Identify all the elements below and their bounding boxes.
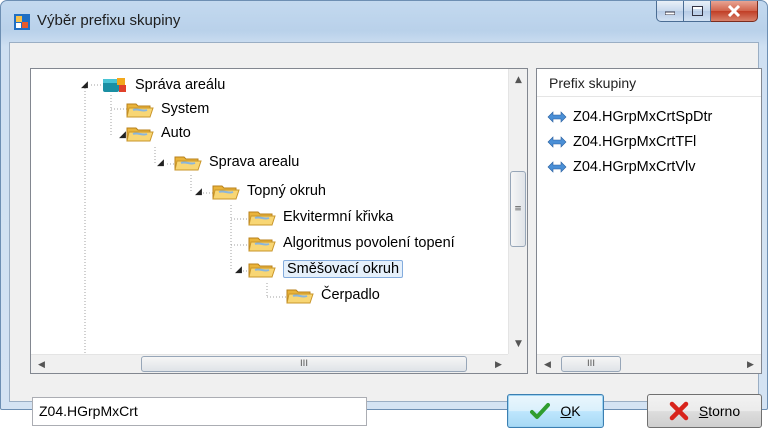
close-button[interactable] bbox=[711, 1, 758, 22]
cancel-button[interactable]: Storno bbox=[647, 394, 762, 428]
collapse-arrow-icon[interactable]: ◢ bbox=[235, 266, 244, 275]
folder-icon bbox=[174, 156, 202, 171]
ok-button-label: OK bbox=[560, 403, 581, 419]
ok-button[interactable]: OK bbox=[507, 394, 604, 428]
prefix-list[interactable]: Prefix skupiny Z04.HGrpMxCrtSpDtr Z04.HG… bbox=[536, 68, 762, 374]
cancel-button-label: Storno bbox=[698, 403, 741, 419]
scroll-left-arrow-icon[interactable]: ◀ bbox=[539, 356, 556, 373]
folder-icon bbox=[286, 289, 314, 304]
window-title: Výběr prefixu skupiny bbox=[37, 12, 181, 29]
grip-icon: III bbox=[587, 359, 595, 369]
minimize-button[interactable] bbox=[656, 1, 684, 22]
checkmark-icon bbox=[530, 403, 551, 419]
prefix-item-label: Z04.HGrpMxCrtSpDtr bbox=[573, 109, 713, 125]
tree-node-topny-okruh[interactable]: Topný okruh bbox=[209, 180, 326, 202]
tree-vertical-scrollbar[interactable]: ▲ ≡ ▼ bbox=[508, 69, 527, 355]
scrollbar-corner bbox=[508, 354, 527, 373]
prefix-list-horizontal-scrollbar[interactable]: ◀ III ▶ bbox=[537, 354, 761, 373]
tree-node-cerpadlo[interactable]: Čerpadlo bbox=[283, 284, 380, 306]
tree-node-label: System bbox=[161, 101, 210, 117]
folder-icon bbox=[126, 103, 154, 118]
scroll-right-arrow-icon[interactable]: ▶ bbox=[742, 356, 759, 373]
tree-horizontal-scrollbar[interactable]: ◀ III ▶ bbox=[31, 354, 509, 373]
tree-content: ◢ Správa areálu System ◢ Auto ◢ Sprava a… bbox=[31, 69, 509, 355]
group-tree-view[interactable]: ◢ Správa areálu System ◢ Auto ◢ Sprava a… bbox=[30, 68, 528, 374]
dialog-window: Výběr prefixu skupiny ◢ Správa areálu Sy… bbox=[0, 0, 768, 428]
tree-node-ekvitermni-krivka[interactable]: Ekvitermní křivka bbox=[245, 206, 393, 228]
folder-icon bbox=[248, 263, 276, 278]
scroll-down-arrow-icon[interactable]: ▼ bbox=[510, 335, 527, 352]
red-x-icon bbox=[669, 401, 689, 421]
bidirectional-arrow-icon bbox=[547, 136, 567, 148]
close-icon bbox=[727, 5, 741, 17]
folder-icon bbox=[248, 211, 276, 226]
building-icon bbox=[103, 78, 126, 92]
bidirectional-arrow-icon bbox=[547, 111, 567, 123]
tree-node-label: Správa areálu bbox=[135, 77, 226, 93]
scroll-up-arrow-icon[interactable]: ▲ bbox=[510, 71, 527, 88]
collapse-arrow-icon[interactable]: ◢ bbox=[157, 159, 166, 168]
prefix-item-label: Z04.HGrpMxCrtVlv bbox=[573, 159, 696, 175]
prefix-list-item[interactable]: Z04.HGrpMxCrtTFl bbox=[547, 132, 696, 152]
grip-icon: ≡ bbox=[514, 204, 522, 214]
scroll-right-arrow-icon[interactable]: ▶ bbox=[490, 356, 507, 373]
tree-node-label: Sprava arealu bbox=[209, 154, 300, 170]
collapse-arrow-icon[interactable]: ◢ bbox=[195, 188, 204, 197]
maximize-button[interactable] bbox=[684, 1, 711, 22]
tree-node-label: Čerpadlo bbox=[321, 287, 380, 303]
folder-icon bbox=[126, 127, 154, 142]
tree-node-auto[interactable]: Auto bbox=[123, 122, 191, 144]
minimize-icon bbox=[665, 11, 675, 15]
dialog-client-area: ◢ Správa areálu System ◢ Auto ◢ Sprava a… bbox=[9, 42, 762, 428]
prefix-item-label: Z04.HGrpMxCrtTFl bbox=[573, 134, 697, 150]
bidirectional-arrow-icon bbox=[547, 161, 567, 173]
title-bar[interactable]: Výběr prefixu skupiny bbox=[1, 1, 767, 41]
tree-vertical-scroll-thumb[interactable]: ≡ bbox=[510, 171, 526, 247]
tree-node-system[interactable]: System bbox=[123, 98, 209, 120]
tree-node-sprava-arealu-root[interactable]: Správa areálu bbox=[97, 74, 225, 96]
prefix-list-header[interactable]: Prefix skupiny bbox=[537, 69, 761, 97]
prefix-list-horizontal-scroll-thumb[interactable]: III bbox=[561, 356, 621, 372]
prefix-list-item[interactable]: Z04.HGrpMxCrtVlv bbox=[547, 157, 695, 177]
tree-node-label: Algoritmus povolení topení bbox=[283, 235, 455, 251]
tree-node-label: Ekvitermní křivka bbox=[283, 209, 394, 225]
maximize-icon bbox=[691, 6, 703, 16]
tree-node-label: Směšovací okruh bbox=[283, 260, 404, 278]
tree-node-sprava-arealu[interactable]: Sprava arealu bbox=[171, 151, 299, 173]
tree-node-smesovaci-okruh[interactable]: Směšovací okruh bbox=[245, 258, 404, 280]
collapse-arrow-icon[interactable]: ◢ bbox=[81, 81, 90, 90]
tree-horizontal-scroll-thumb[interactable]: III bbox=[141, 356, 467, 372]
folder-icon bbox=[212, 185, 240, 200]
tree-node-label: Auto bbox=[161, 125, 191, 141]
folder-icon bbox=[248, 237, 276, 252]
tree-node-algoritmus-povoleni-topeni[interactable]: Algoritmus povolení topení bbox=[245, 232, 455, 254]
prefix-list-item[interactable]: Z04.HGrpMxCrtSpDtr bbox=[547, 107, 712, 127]
grip-icon: III bbox=[300, 359, 308, 369]
tree-node-label: Topný okruh bbox=[247, 183, 326, 199]
scroll-left-arrow-icon[interactable]: ◀ bbox=[33, 356, 50, 373]
app-icon bbox=[14, 14, 30, 30]
